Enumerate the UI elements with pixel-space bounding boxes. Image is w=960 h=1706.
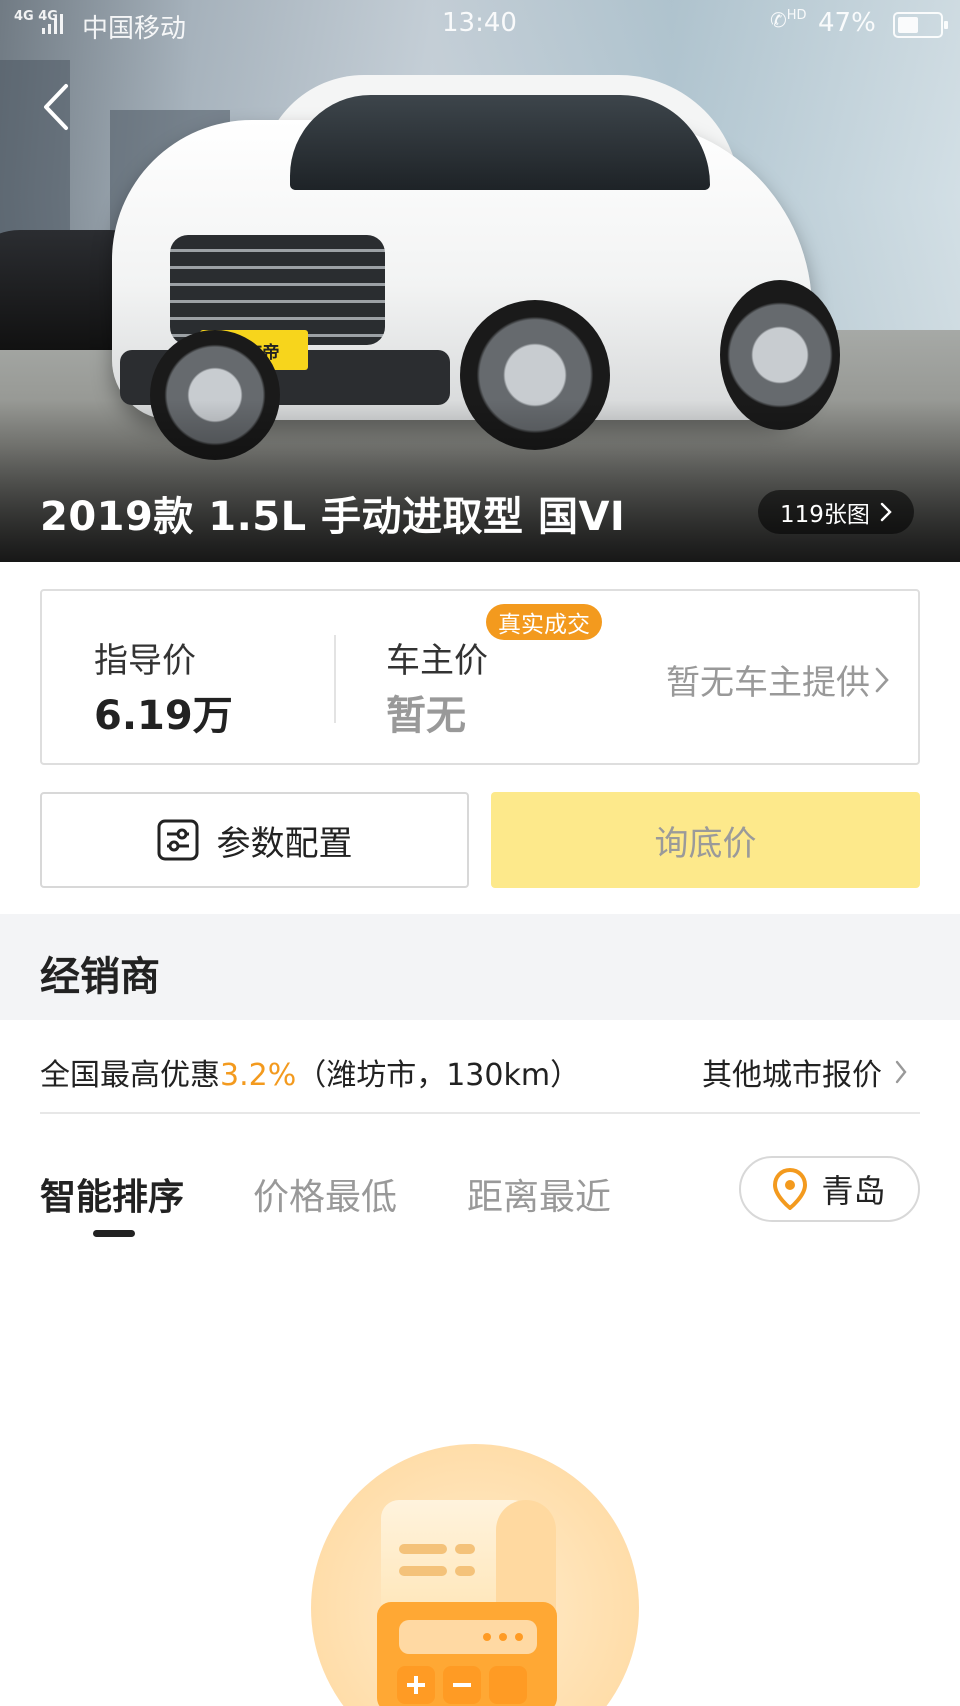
owner-price-link-label: 暂无车主提供 [666, 663, 870, 703]
city-selector-button[interactable]: 青岛 [739, 1156, 920, 1222]
chevron-right-icon [880, 502, 892, 522]
active-tab-indicator [93, 1230, 135, 1237]
hd-call-icon: ✆HD [770, 8, 807, 32]
location-pin-icon [773, 1168, 808, 1210]
car-hero-image[interactable]: 懂车帝 4G 4G 中国移动 13:40 ✆HD 47% 2019款 1.5L … [0, 0, 960, 562]
status-bar: 4G 4G 中国移动 13:40 ✆HD 47% [0, 0, 960, 50]
tab-smart-sort[interactable]: 智能排序 [40, 1168, 184, 1220]
carrier-name: 中国移动 [82, 14, 187, 44]
chevron-right-icon [875, 667, 889, 692]
config-button[interactable]: 参数配置 [40, 792, 469, 888]
promo-location: （潍坊市，130km） [296, 1058, 581, 1093]
price-card: 指导价 6.19万 车主价 真实成交 暂无 暂无车主提供 [40, 589, 920, 765]
config-button-label: 参数配置 [216, 823, 353, 864]
clock: 13:40 [442, 8, 517, 38]
chevron-right-icon [895, 1060, 907, 1084]
other-cities-link[interactable]: 其他城市报价 [702, 1050, 908, 1094]
signal-icon [42, 14, 63, 34]
real-deal-badge: 真实成交 [486, 604, 602, 640]
guide-price-label: 指导价 [94, 641, 196, 681]
promo-row: 全国最高优惠3.2%（潍坊市，130km） 其他城市报价 [40, 1020, 920, 1114]
photo-count-label: 119张图 [780, 502, 870, 528]
city-name: 青岛 [821, 1172, 886, 1210]
owner-price-value: 暂无 [386, 693, 466, 739]
settings-sliders-icon [157, 819, 198, 861]
car-grille [170, 235, 385, 345]
owner-price-link[interactable]: 暂无车主提供 [666, 655, 890, 704]
battery-percent: 47% [818, 8, 876, 38]
back-arrow-icon[interactable] [38, 82, 78, 132]
tab-lowest-price[interactable]: 价格最低 [253, 1168, 397, 1220]
sort-tabs: 智能排序 价格最低 距离最近 青岛 [40, 1156, 920, 1237]
car-model-title: 2019款 1.5L 手动进取型 国VI [40, 494, 626, 540]
hd-label: HD [786, 8, 807, 23]
other-cities-label: 其他城市报价 [702, 1058, 882, 1093]
promo-prefix: 全国最高优惠 [40, 1058, 220, 1093]
dealer-section-title: 经销商 [40, 954, 160, 1000]
battery-icon [893, 12, 948, 38]
price-divider [334, 635, 336, 723]
inquiry-price-button[interactable]: 询底价 [491, 792, 920, 888]
promo-text: 全国最高优惠3.2%（潍坊市，130km） [40, 1050, 580, 1094]
dealer-section-header: 经销商 [0, 914, 960, 1020]
promo-percent: 3.2% [220, 1058, 297, 1093]
tab-nearest[interactable]: 距离最近 [467, 1168, 611, 1220]
calculator-receipt-illustration [311, 1444, 639, 1706]
guide-price-value: 6.19万 [94, 693, 233, 739]
car-windshield [290, 95, 710, 190]
photo-count-button[interactable]: 119张图 [758, 490, 914, 534]
owner-price-label: 车主价 [386, 641, 488, 681]
